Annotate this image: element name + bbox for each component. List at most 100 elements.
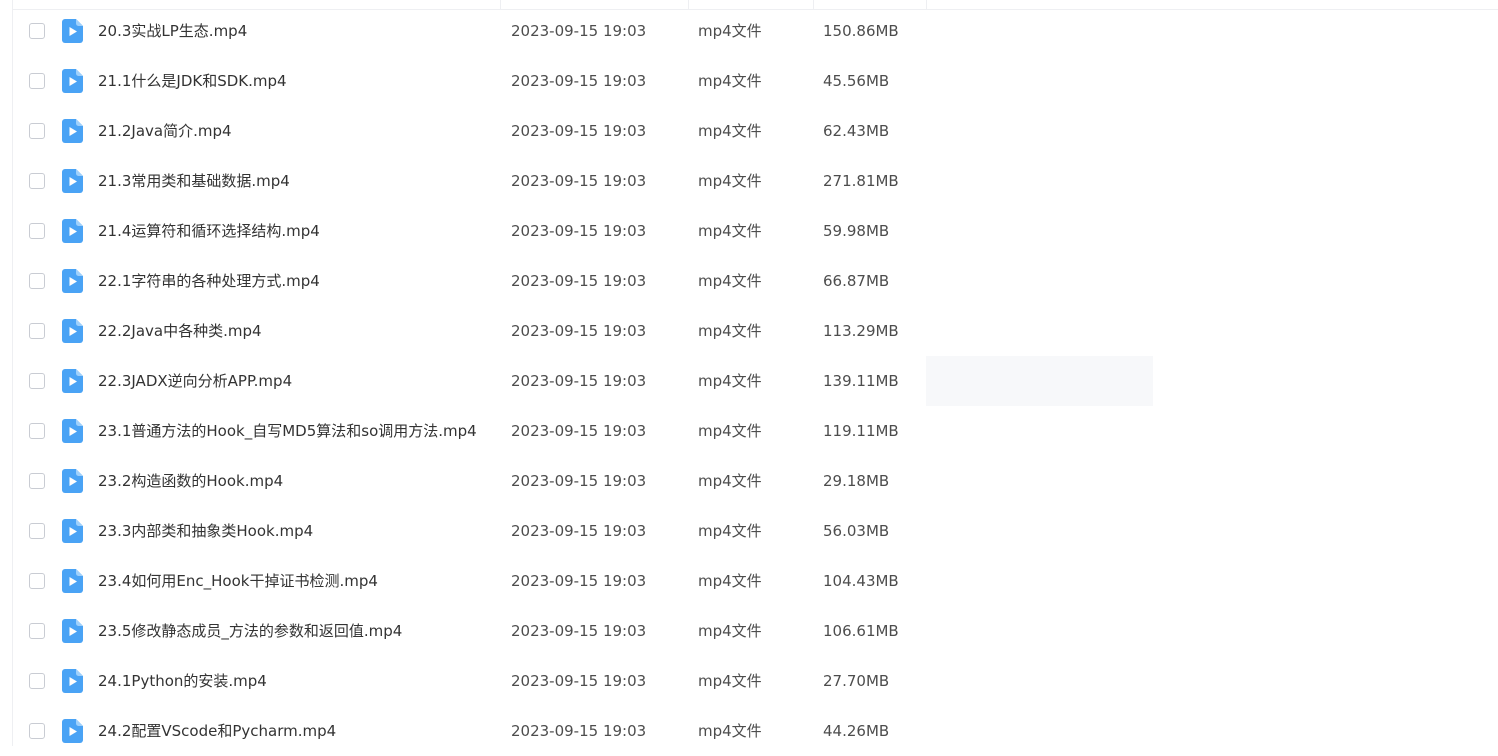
row-checkbox[interactable]	[29, 373, 45, 389]
file-name[interactable]: 22.1字符串的各种处理方式.mp4	[98, 256, 320, 306]
file-type: mp4文件	[698, 222, 762, 240]
file-size: 113.29MB	[823, 322, 899, 340]
file-modified-date: 2023-09-15 19:03	[511, 72, 647, 90]
file-size: 139.11MB	[823, 372, 899, 390]
file-modified-date: 2023-09-15 19:03	[511, 272, 647, 290]
video-file-icon	[62, 669, 83, 693]
file-name[interactable]: 21.3常用类和基础数据.mp4	[98, 156, 290, 206]
file-size: 271.81MB	[823, 172, 899, 190]
row-checkbox[interactable]	[29, 273, 45, 289]
file-row[interactable]: 23.2构造函数的Hook.mp4 2023-09-15 19:03 mp4文件…	[13, 456, 1498, 506]
file-size: 56.03MB	[823, 522, 890, 540]
file-row[interactable]: 23.1普通方法的Hook_自写MD5算法和so调用方法.mp4 2023-09…	[13, 406, 1498, 456]
file-modified-date: 2023-09-15 19:03	[511, 672, 647, 690]
row-checkbox[interactable]	[29, 723, 45, 739]
file-type: mp4文件	[698, 672, 762, 690]
file-size: 150.86MB	[823, 22, 899, 40]
file-size: 44.26MB	[823, 722, 890, 740]
file-name[interactable]: 24.1Python的安装.mp4	[98, 656, 267, 706]
file-type: mp4文件	[698, 172, 762, 190]
file-row[interactable]: 22.3JADX逆向分析APP.mp4 2023-09-15 19:03 mp4…	[13, 356, 1498, 406]
file-size: 106.61MB	[823, 622, 899, 640]
file-size: 29.18MB	[823, 472, 890, 490]
file-name[interactable]: 23.2构造函数的Hook.mp4	[98, 456, 283, 506]
file-row[interactable]: 21.1什么是JDK和SDK.mp4 2023-09-15 19:03 mp4文…	[13, 56, 1498, 106]
file-row[interactable]: 24.1Python的安装.mp4 2023-09-15 19:03 mp4文件…	[13, 656, 1498, 706]
video-file-icon	[62, 519, 83, 543]
row-checkbox[interactable]	[29, 523, 45, 539]
file-row[interactable]: 23.4如何用Enc_Hook干掉证书检测.mp4 2023-09-15 19:…	[13, 556, 1498, 606]
row-checkbox[interactable]	[29, 173, 45, 189]
file-row[interactable]: 23.5修改静态成员_方法的参数和返回值.mp4 2023-09-15 19:0…	[13, 606, 1498, 656]
video-file-icon	[62, 219, 83, 243]
file-type: mp4文件	[698, 122, 762, 140]
video-file-icon	[62, 119, 83, 143]
file-name[interactable]: 24.2配置VScode和Pycharm.mp4	[98, 706, 336, 756]
video-file-icon	[62, 419, 83, 443]
file-name[interactable]: 21.2Java简介.mp4	[98, 106, 232, 156]
file-modified-date: 2023-09-15 19:03	[511, 472, 647, 490]
file-modified-date: 2023-09-15 19:03	[511, 572, 647, 590]
video-file-icon	[62, 169, 83, 193]
file-type: mp4文件	[698, 372, 762, 390]
file-name[interactable]: 23.4如何用Enc_Hook干掉证书检测.mp4	[98, 556, 378, 606]
file-row[interactable]: 22.2Java中各种类.mp4 2023-09-15 19:03 mp4文件 …	[13, 306, 1498, 356]
file-row[interactable]: 24.2配置VScode和Pycharm.mp4 2023-09-15 19:0…	[13, 706, 1498, 756]
file-size: 119.11MB	[823, 422, 899, 440]
file-type: mp4文件	[698, 622, 762, 640]
file-size: 45.56MB	[823, 72, 890, 90]
row-checkbox[interactable]	[29, 73, 45, 89]
file-name[interactable]: 23.1普通方法的Hook_自写MD5算法和so调用方法.mp4	[98, 406, 477, 456]
file-type: mp4文件	[698, 72, 762, 90]
file-type: mp4文件	[698, 272, 762, 290]
file-type: mp4文件	[698, 22, 762, 40]
file-modified-date: 2023-09-15 19:03	[511, 372, 647, 390]
file-row[interactable]: 22.1字符串的各种处理方式.mp4 2023-09-15 19:03 mp4文…	[13, 256, 1498, 306]
file-size: 62.43MB	[823, 122, 890, 140]
row-checkbox[interactable]	[29, 23, 45, 39]
file-name[interactable]: 21.4运算符和循环选择结构.mp4	[98, 206, 320, 256]
row-checkbox[interactable]	[29, 473, 45, 489]
file-name[interactable]: 21.1什么是JDK和SDK.mp4	[98, 56, 287, 106]
file-name[interactable]: 22.2Java中各种类.mp4	[98, 306, 262, 356]
file-name[interactable]: 23.5修改静态成员_方法的参数和返回值.mp4	[98, 606, 402, 656]
file-modified-date: 2023-09-15 19:03	[511, 22, 647, 40]
file-modified-date: 2023-09-15 19:03	[511, 222, 647, 240]
row-checkbox[interactable]	[29, 423, 45, 439]
row-checkbox[interactable]	[29, 623, 45, 639]
file-type: mp4文件	[698, 722, 762, 740]
file-name[interactable]: 22.3JADX逆向分析APP.mp4	[98, 356, 292, 406]
file-row[interactable]: 23.3内部类和抽象类Hook.mp4 2023-09-15 19:03 mp4…	[13, 506, 1498, 556]
row-hover-highlight	[926, 356, 1153, 406]
file-row[interactable]: 20.3实战LP生态.mp4 2023-09-15 19:03 mp4文件 15…	[13, 6, 1498, 56]
video-file-icon	[62, 469, 83, 493]
row-checkbox[interactable]	[29, 223, 45, 239]
file-name[interactable]: 23.3内部类和抽象类Hook.mp4	[98, 506, 313, 556]
file-name[interactable]: 20.3实战LP生态.mp4	[98, 6, 247, 56]
file-type: mp4文件	[698, 572, 762, 590]
video-file-icon	[62, 69, 83, 93]
file-list: 20.3实战LP生态.mp4 2023-09-15 19:03 mp4文件 15…	[13, 6, 1498, 756]
row-checkbox[interactable]	[29, 573, 45, 589]
file-modified-date: 2023-09-15 19:03	[511, 322, 647, 340]
file-modified-date: 2023-09-15 19:03	[511, 172, 647, 190]
file-row[interactable]: 21.2Java简介.mp4 2023-09-15 19:03 mp4文件 62…	[13, 106, 1498, 156]
file-modified-date: 2023-09-15 19:03	[511, 422, 647, 440]
file-type: mp4文件	[698, 422, 762, 440]
video-file-icon	[62, 619, 83, 643]
file-size: 66.87MB	[823, 272, 890, 290]
file-type: mp4文件	[698, 472, 762, 490]
file-size: 104.43MB	[823, 572, 899, 590]
file-modified-date: 2023-09-15 19:03	[511, 522, 647, 540]
row-checkbox[interactable]	[29, 123, 45, 139]
file-modified-date: 2023-09-15 19:03	[511, 722, 647, 740]
video-file-icon	[62, 569, 83, 593]
file-size: 27.70MB	[823, 672, 890, 690]
file-modified-date: 2023-09-15 19:03	[511, 622, 647, 640]
file-type: mp4文件	[698, 322, 762, 340]
row-checkbox[interactable]	[29, 673, 45, 689]
row-checkbox[interactable]	[29, 323, 45, 339]
file-row[interactable]: 21.4运算符和循环选择结构.mp4 2023-09-15 19:03 mp4文…	[13, 206, 1498, 256]
file-row[interactable]: 21.3常用类和基础数据.mp4 2023-09-15 19:03 mp4文件 …	[13, 156, 1498, 206]
video-file-icon	[62, 369, 83, 393]
